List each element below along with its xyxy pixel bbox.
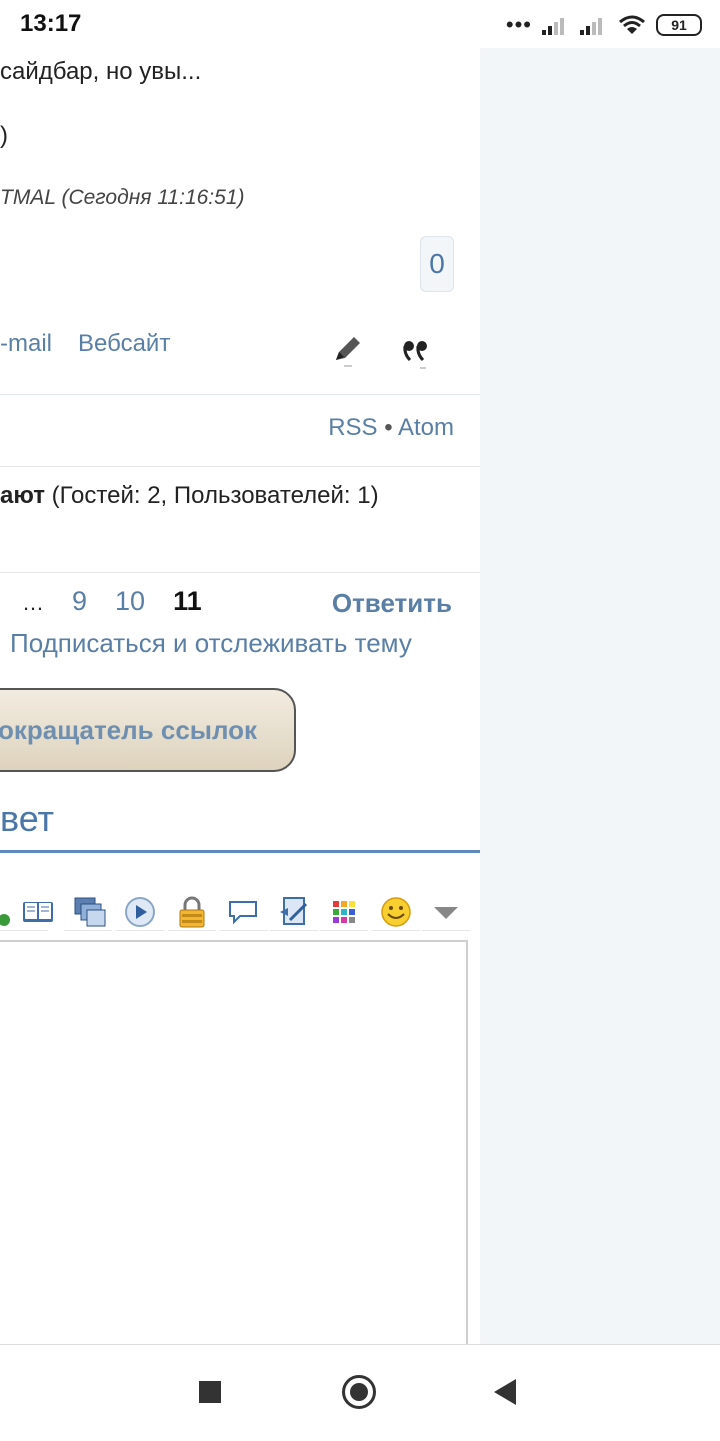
toolbar-separator xyxy=(116,926,164,931)
feed-separator: • xyxy=(377,414,398,441)
recent-apps-button[interactable] xyxy=(199,1381,221,1403)
current-page: 11 xyxy=(173,586,202,616)
status-bar: 13:17 ••• 91 xyxy=(0,0,720,48)
page-link[interactable]: 9 xyxy=(72,586,87,617)
windows-icon[interactable] xyxy=(72,894,108,930)
rss-link[interactable]: RSS xyxy=(328,414,377,441)
online-users: ают (Гостей: 2, Пользователей: 1) xyxy=(0,482,379,510)
link-shortener-button[interactable]: окращатель ссылок xyxy=(0,688,296,772)
quote-icon[interactable] xyxy=(398,334,434,370)
status-icons: ••• 91 xyxy=(506,12,702,38)
home-button[interactable] xyxy=(342,1375,376,1409)
email-link[interactable]: -mail xyxy=(0,330,52,358)
navigation-bar xyxy=(0,1344,720,1441)
editor-toolbar xyxy=(0,886,480,938)
status-time: 13:17 xyxy=(20,10,82,37)
play-icon[interactable] xyxy=(122,894,158,930)
reply-form-title: вет xyxy=(0,798,55,839)
colors-grid-icon[interactable] xyxy=(326,894,362,930)
atom-link[interactable]: Atom xyxy=(398,414,454,441)
reply-form-underline xyxy=(0,850,480,853)
reply-link[interactable]: Ответить xyxy=(332,588,452,619)
message-textarea[interactable] xyxy=(0,940,468,1344)
online-label: ают xyxy=(0,482,45,509)
battery-icon: 91 xyxy=(656,14,702,36)
page-link[interactable]: 10 xyxy=(115,586,145,617)
speech-bubble-icon[interactable] xyxy=(226,894,262,930)
online-detail: (Гостей: 2, Пользователей: 1) xyxy=(45,482,379,509)
back-button[interactable] xyxy=(494,1379,516,1405)
forum-content: сайдбар, но увы... ) TMAL (Сегодня 11:16… xyxy=(0,0,480,1344)
signal-icon xyxy=(580,15,608,35)
post-edited-note: TMAL (Сегодня 11:16:51) xyxy=(0,186,245,209)
script-icon[interactable] xyxy=(276,894,312,930)
toolbar-separator xyxy=(270,926,318,931)
subscribe-link[interactable]: Подписаться и отслеживать тему xyxy=(10,628,412,659)
sidebar-panel xyxy=(480,48,720,1344)
website-link[interactable]: Вебсайт xyxy=(78,330,170,358)
signal-icon xyxy=(542,15,570,35)
like-counter[interactable]: 0 xyxy=(420,236,454,292)
pagination-ellipsis: … xyxy=(22,590,44,615)
post-text-line: сайдбар, но увы... xyxy=(0,58,202,85)
toolbar-separator xyxy=(0,926,48,931)
post-text-line: ) xyxy=(0,122,8,149)
smiley-icon[interactable] xyxy=(378,894,414,930)
pagination: … 9 10 11 xyxy=(22,586,202,617)
toolbar-separator xyxy=(220,926,268,931)
tool-icon[interactable] xyxy=(0,894,14,930)
feed-links: RSS • Atom xyxy=(328,414,454,442)
pencil-icon[interactable] xyxy=(330,332,366,368)
more-icon: ••• xyxy=(505,12,532,37)
toolbar-separator xyxy=(372,926,420,931)
divider xyxy=(0,466,480,467)
toolbar-separator xyxy=(422,926,470,931)
lock-icon[interactable] xyxy=(174,894,210,930)
toolbar-separator xyxy=(168,926,216,931)
wifi-icon xyxy=(619,15,645,34)
toolbar-separator xyxy=(64,926,112,931)
dropdown-arrow-icon[interactable] xyxy=(428,894,464,930)
divider xyxy=(0,572,480,573)
toolbar-separator xyxy=(320,926,368,931)
divider xyxy=(0,394,480,395)
book-icon[interactable] xyxy=(20,894,56,930)
